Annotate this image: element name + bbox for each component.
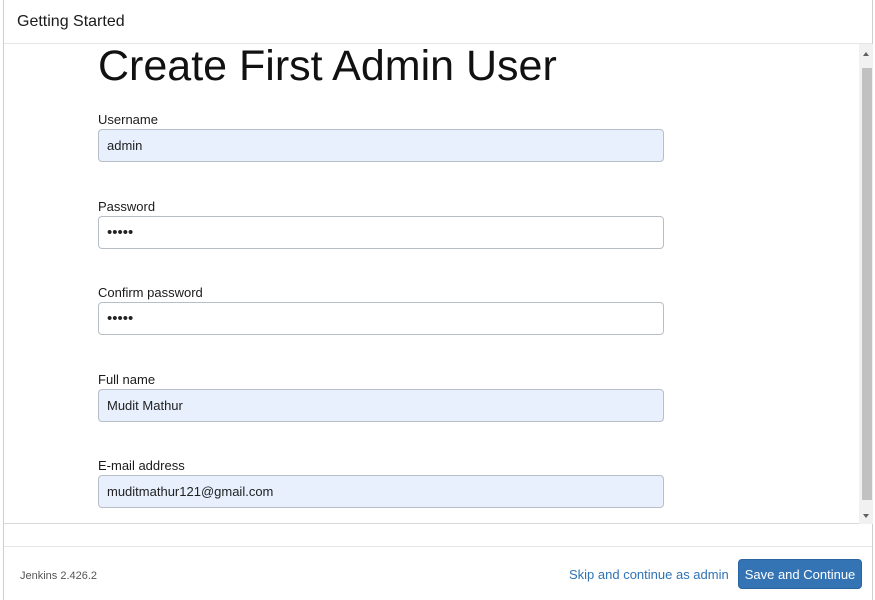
confirm-password-label: Confirm password [98, 285, 203, 300]
username-input[interactable] [98, 129, 664, 162]
scroll-down-arrow-icon[interactable] [863, 514, 869, 518]
form-content: Create First Admin User Username Passwor… [4, 44, 859, 524]
dialog-title: Getting Started [17, 13, 125, 30]
save-and-continue-button[interactable]: Save and Continue [738, 559, 862, 589]
email-label: E-mail address [98, 458, 185, 473]
full-name-label: Full name [98, 372, 156, 387]
scroll-up-arrow-icon[interactable] [863, 52, 869, 56]
password-input[interactable] [98, 216, 664, 249]
email-input[interactable] [98, 475, 664, 508]
scrollbar-thumb[interactable] [862, 68, 872, 500]
vertical-scrollbar[interactable] [859, 44, 873, 524]
setup-wizard-dialog: Getting Started Create First Admin User … [3, 0, 873, 600]
page-title: Create First Admin User [98, 44, 557, 90]
version-label: Jenkins 2.426.2 [20, 570, 98, 582]
dialog-header: Getting Started [4, 0, 872, 44]
full-name-input[interactable] [98, 389, 664, 422]
username-label: Username [98, 112, 158, 127]
dialog-footer: Jenkins 2.426.2 Skip and continue as adm… [4, 546, 872, 600]
confirm-password-input[interactable] [98, 302, 664, 335]
skip-continue-link[interactable]: Skip and continue as admin [569, 567, 729, 582]
password-label: Password [98, 199, 156, 214]
